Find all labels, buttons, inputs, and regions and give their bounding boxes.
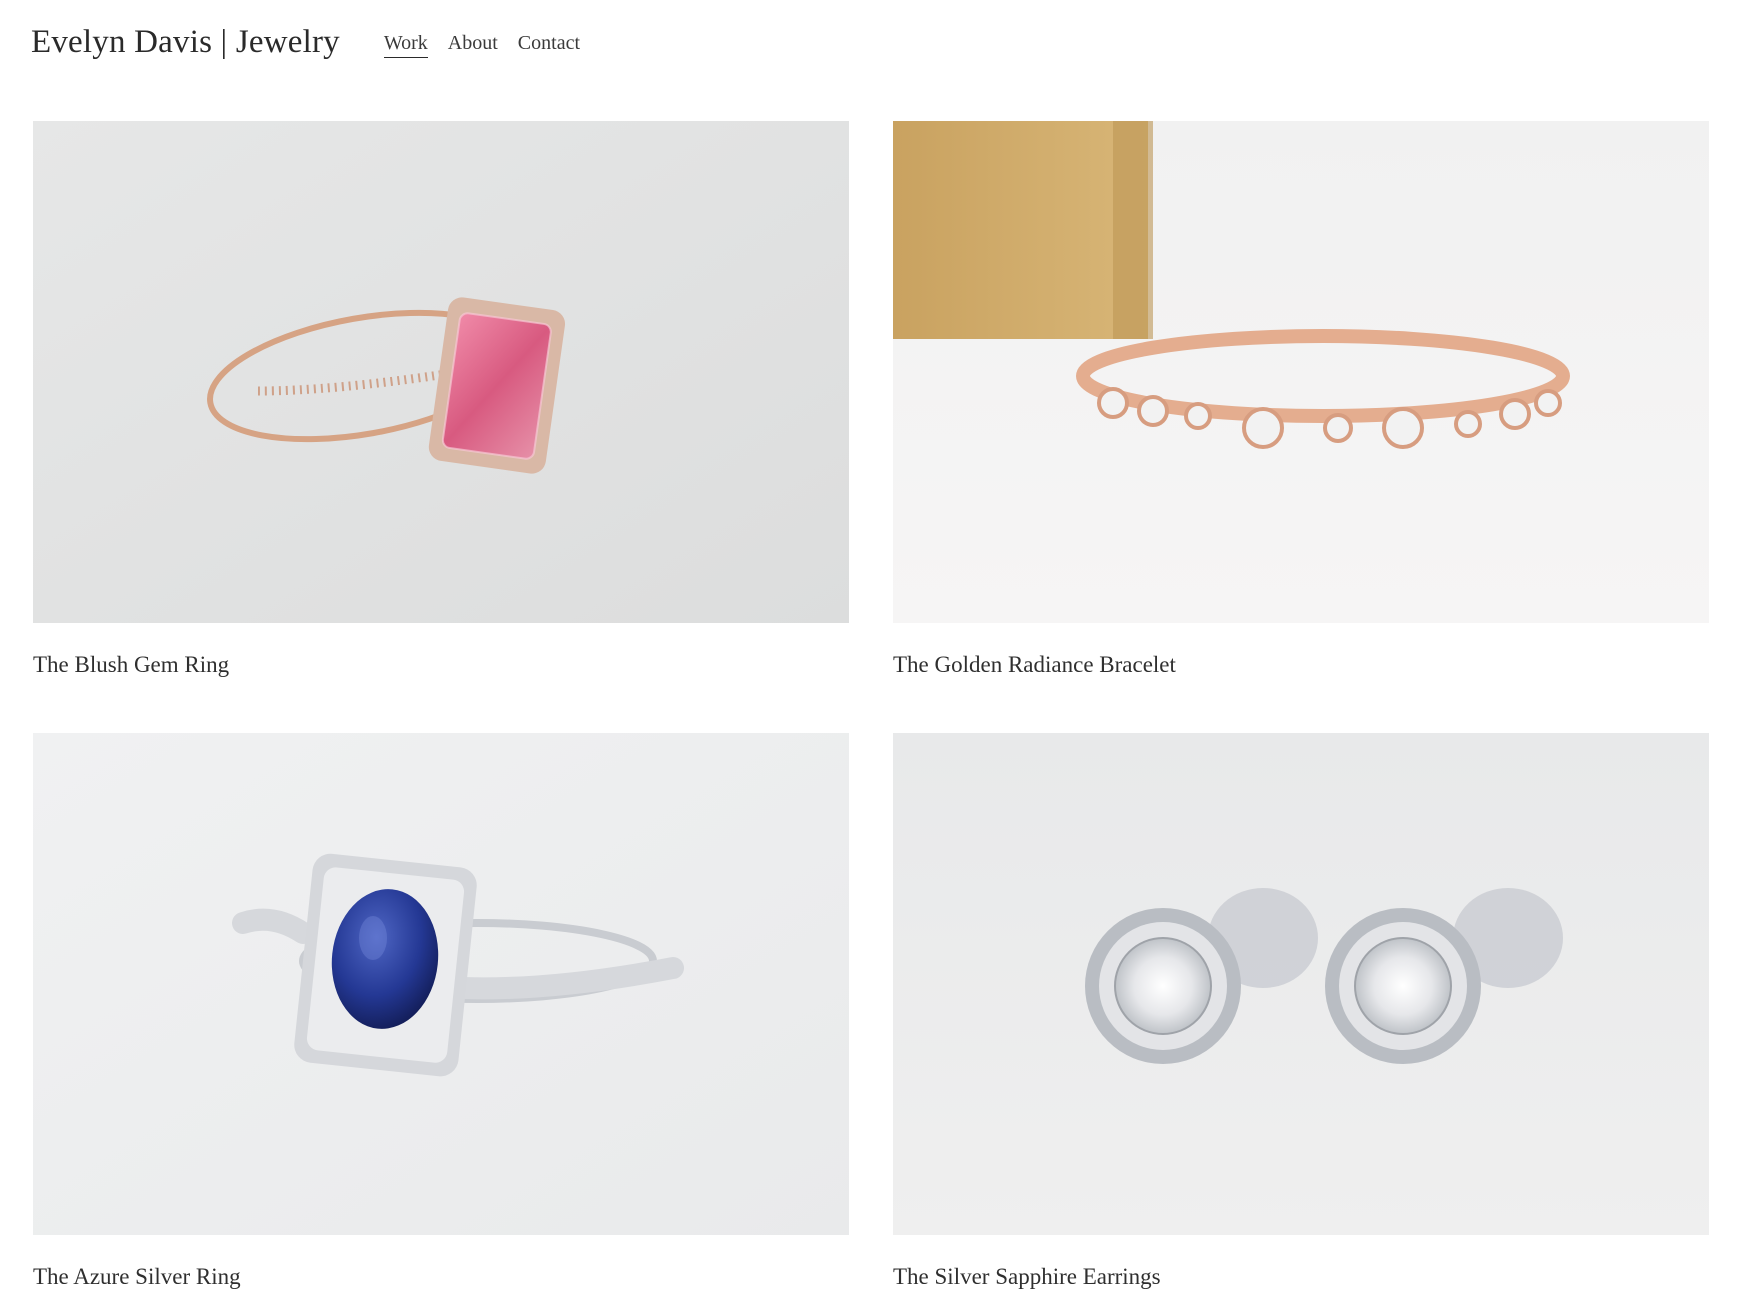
item-title: The Silver Sapphire Earrings	[893, 1264, 1161, 1289]
gallery-grid: The Blush Gem Ring The Golden Radiance B…	[33, 121, 1709, 1293]
sapphire-ring-image	[33, 733, 849, 1235]
nav-link-work[interactable]: Work	[383, 32, 428, 58]
ring-image	[33, 121, 849, 623]
blue-sapphire-silver-ring-photo[interactable]	[33, 733, 849, 1235]
item-title: The Blush Gem Ring	[33, 652, 230, 677]
item-title: The Azure Silver Ring	[33, 1264, 241, 1289]
rose-gold-diamond-band-photo[interactable]	[893, 121, 1709, 623]
item-title: The Golden Radiance Bracelet	[893, 652, 1176, 677]
earrings-image	[893, 733, 1709, 1235]
band-image	[893, 121, 1709, 623]
main-nav: Work About Contact	[383, 32, 580, 58]
diamond-halo-stud-earrings-photo[interactable]	[893, 733, 1709, 1235]
site-title[interactable]: Evelyn Davis | Jewelry	[31, 24, 340, 61]
nav-link-about[interactable]: About	[448, 32, 498, 58]
gallery-item-golden-radiance-bracelet[interactable]: The Golden Radiance Bracelet	[893, 121, 1709, 681]
gallery-item-blush-gem-ring[interactable]: The Blush Gem Ring	[33, 121, 849, 681]
gallery-item-silver-sapphire-earrings[interactable]: The Silver Sapphire Earrings	[893, 733, 1709, 1293]
site-header: Evelyn Davis | Jewelry Work About Contac…	[31, 14, 1714, 70]
pink-gemstone-rose-gold-ring-photo[interactable]	[33, 121, 849, 623]
gallery-item-azure-silver-ring[interactable]: The Azure Silver Ring	[33, 733, 849, 1293]
nav-link-contact[interactable]: Contact	[518, 32, 580, 58]
